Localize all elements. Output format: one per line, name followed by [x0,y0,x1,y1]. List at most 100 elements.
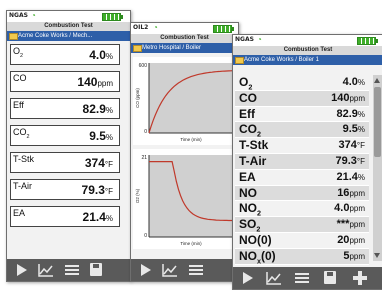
reading-row[interactable]: CO 140ppm [10,71,120,92]
reading-row[interactable]: Eff 82.9% [235,107,369,123]
status-bar: NGAS ◔ [233,35,382,46]
reading-row[interactable]: NOx(0) 5ppm [235,248,369,266]
folder-icon [235,57,244,64]
reading-value: 5ppm [343,249,365,262]
reading-row[interactable]: NO2 4.0ppm [235,201,369,218]
reading-label: T-Air [239,153,267,168]
plot-area [149,155,233,237]
reading-value: 4.0ppm [334,202,365,215]
scroll-up-icon[interactable] [374,78,380,83]
reading-row[interactable]: T-Air 79.3°F [235,153,369,170]
graph-button[interactable] [37,262,55,278]
add-button[interactable] [351,270,369,286]
folder-icon [133,45,142,52]
reading-value: 4.0% [89,48,113,62]
reading-label: Eff [13,100,24,110]
reading-label: CO [239,90,257,105]
x-axis-label: Time (min) [180,137,202,142]
reading-unit: ppm [349,235,365,245]
reading-value: 374°F [84,156,113,170]
reading-value: 21.4% [336,170,365,183]
menu-button[interactable] [63,262,81,278]
plus-icon [353,271,367,285]
reading-unit: % [357,125,365,135]
menu-button[interactable] [187,262,205,278]
reading-row[interactable]: T-Stk 374°F [235,138,369,154]
reading-value: 79.3°F [81,183,113,197]
reading-value: 79.3°F [335,154,365,167]
breadcrumb[interactable]: Acme Coke Works / Mech... [7,31,130,41]
breadcrumb-text: Acme Coke Works / Boiler 1 [244,57,319,63]
play-button[interactable] [137,262,155,278]
wifi-icon: ◔ [257,35,262,44]
y-tick-min: 0 [144,129,147,135]
save-button[interactable] [321,270,339,286]
menu-icon [189,265,203,275]
reading-value: 21.4% [82,210,113,224]
y-axis-label: CO (ppm) [135,88,140,108]
reading-row[interactable]: NO 16ppm [235,185,369,202]
reading-row[interactable]: SO2 ***ppm [235,217,369,234]
toolbar [131,259,238,281]
y-axis-label: O2 (%) [135,188,140,203]
device-label: NGAS [9,12,28,19]
reading-unit: % [105,106,113,115]
analyzer-screen-3: NGAS ◔ Combustion Test Acme Coke Works /… [232,34,382,290]
reading-unit: °F [104,160,113,169]
reading-unit: °F [356,141,365,151]
reading-unit: ppm [97,79,113,88]
save-button[interactable] [87,262,105,278]
reading-value: 16ppm [337,186,365,199]
reading-label: T-Air [13,181,32,191]
y-tick-max: 600 [139,63,148,69]
reading-value: 82.9% [336,107,365,120]
graph-icon [266,272,281,285]
reading-row[interactable]: Eff 82.9% [10,98,120,119]
scrollbar[interactable] [373,75,382,261]
breadcrumb[interactable]: Metro Hospital / Boiler [131,43,238,53]
reading-unit: % [105,52,113,61]
play-button[interactable] [13,262,31,278]
reading-unit: °F [356,156,365,166]
scroll-thumb[interactable] [374,87,381,157]
reading-unit: % [357,109,365,119]
play-button[interactable] [239,270,257,286]
plot-area [149,63,233,133]
reading-row[interactable]: CO2 9.5% [10,125,120,146]
scroll-down-icon[interactable] [374,253,380,258]
graph-button[interactable] [265,270,283,286]
battery-icon [213,25,234,33]
reading-row[interactable]: EA 21.4% [10,206,120,227]
reading-value: ***ppm [336,218,365,231]
breadcrumb[interactable]: Acme Coke Works / Boiler 1 [233,55,382,65]
reading-row[interactable]: CO 140ppm [235,90,369,107]
reading-list: O2 4.0% CO 140ppm Eff 82.9% CO2 9.5% T-Stk 374°F T… [235,75,369,265]
play-icon [141,264,151,276]
reading-row[interactable]: NO(0) 20ppm [235,233,369,249]
reading-unit: ppm [349,188,365,198]
menu-button[interactable] [293,270,311,286]
breadcrumb-text: Metro Hospital / Boiler [142,45,202,51]
menu-icon [295,273,309,283]
reading-unit: % [105,133,113,142]
save-icon [324,271,336,284]
reading-label: NO [239,185,257,200]
reading-row[interactable]: T-Air 79.3°F [10,179,120,200]
folder-icon [9,33,18,40]
reading-row[interactable]: O2 4.0% [235,75,369,91]
reading-row[interactable]: O2 4.0% [10,44,120,65]
reading-unit: ppm [349,220,365,230]
reading-unit: ppm [349,204,365,214]
reading-row[interactable]: CO2 9.5% [235,122,369,139]
x-axis-label: Time (min) [180,241,202,246]
reading-label: NOx(0) [239,248,276,266]
reading-value: 140ppm [331,91,365,104]
screen-title: Combustion Test [7,22,130,31]
co-trend-plot: 600 0 CO (ppm) Time (min) [135,63,234,142]
reading-value: 9.5% [89,129,113,143]
battery-icon [102,13,123,21]
wifi-icon: ◔ [31,11,36,20]
reading-row[interactable]: EA 21.4% [235,170,369,186]
reading-row[interactable]: T-Stk 374°F [10,152,120,173]
graph-button[interactable] [161,262,179,278]
